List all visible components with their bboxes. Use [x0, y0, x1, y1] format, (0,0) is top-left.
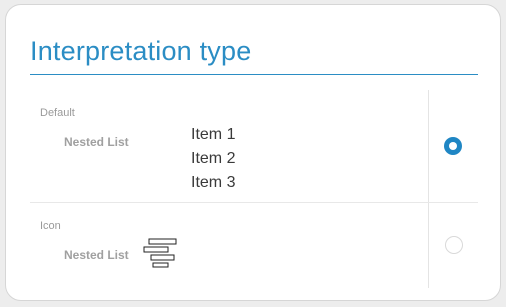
nested-list-icon [143, 238, 177, 268]
list-item: Item 3 [191, 174, 236, 191]
nested-list-preview: Item 1 Item 2 Item 3 [191, 123, 235, 195]
row-divider [30, 202, 478, 203]
list-item: Item 1 [191, 126, 236, 143]
radio-icon-unselected[interactable] [445, 236, 463, 254]
column-divider [428, 90, 429, 288]
list-item: Item 2 [191, 150, 236, 167]
option-label-icon: Icon [40, 220, 61, 232]
radio-default-selected[interactable] [444, 137, 462, 155]
interpretation-type-card: Interpretation type Default Nested List … [5, 4, 501, 301]
title-underline [30, 74, 478, 75]
option-label-default: Default [40, 107, 75, 119]
section-title: Interpretation type [30, 36, 252, 66]
option-name-icon: Nested List [64, 248, 129, 262]
option-name-default: Nested List [64, 135, 129, 149]
